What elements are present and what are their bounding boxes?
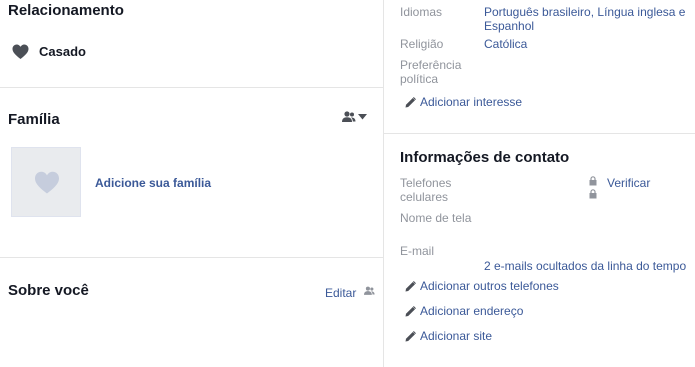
family-title: Família [8, 111, 60, 128]
phones-label: Telefones celulares [400, 176, 452, 204]
pencil-icon [405, 331, 416, 342]
pencil-icon [405, 281, 416, 292]
divider [0, 87, 383, 88]
languages-value[interactable]: Português brasileiro, Língua inglesa e E… [484, 5, 694, 33]
religion-value[interactable]: Católica [484, 37, 527, 51]
relationship-status: Casado [39, 44, 86, 59]
friends-icon [364, 286, 375, 296]
family-photo-placeholder[interactable] [11, 147, 81, 217]
heart-icon [12, 44, 29, 60]
add-family-link[interactable]: Adicione sua família [95, 176, 211, 190]
pencil-icon [405, 97, 416, 108]
add-site-link[interactable]: Adicionar site [420, 329, 492, 343]
add-interest-link[interactable]: Adicionar interesse [420, 95, 522, 109]
contact-info-title: Informações de contato [400, 149, 570, 166]
verify-link[interactable]: Verificar [607, 176, 650, 190]
divider [0, 257, 383, 258]
about-title: Sobre você [8, 282, 89, 299]
heart-icon [34, 171, 60, 195]
edit-about-button[interactable]: Editar [325, 286, 356, 300]
screen-name-label: Nome de tela [400, 211, 472, 225]
lock-icon [589, 176, 597, 186]
political-preference-label: Preferência política [400, 58, 462, 86]
divider [384, 133, 695, 134]
languages-label: Idiomas [400, 5, 443, 19]
lock-icon [589, 189, 597, 199]
friends-icon [342, 111, 356, 123]
pencil-icon [405, 306, 416, 317]
religion-label: Religião [400, 37, 444, 51]
add-address-link[interactable]: Adicionar endereço [420, 304, 523, 318]
email-label: E-mail [400, 244, 435, 258]
hidden-emails-text[interactable]: 2 e-mails ocultados da linha do tempo [484, 259, 686, 273]
relationship-title: Relacionamento [8, 2, 124, 19]
caret-down-icon [358, 114, 367, 120]
left-column: Relacionamento Casado Família Adicione s… [0, 0, 383, 367]
right-column: Idiomas Português brasileiro, Língua ing… [384, 0, 695, 367]
add-phones-link[interactable]: Adicionar outros telefones [420, 279, 559, 293]
